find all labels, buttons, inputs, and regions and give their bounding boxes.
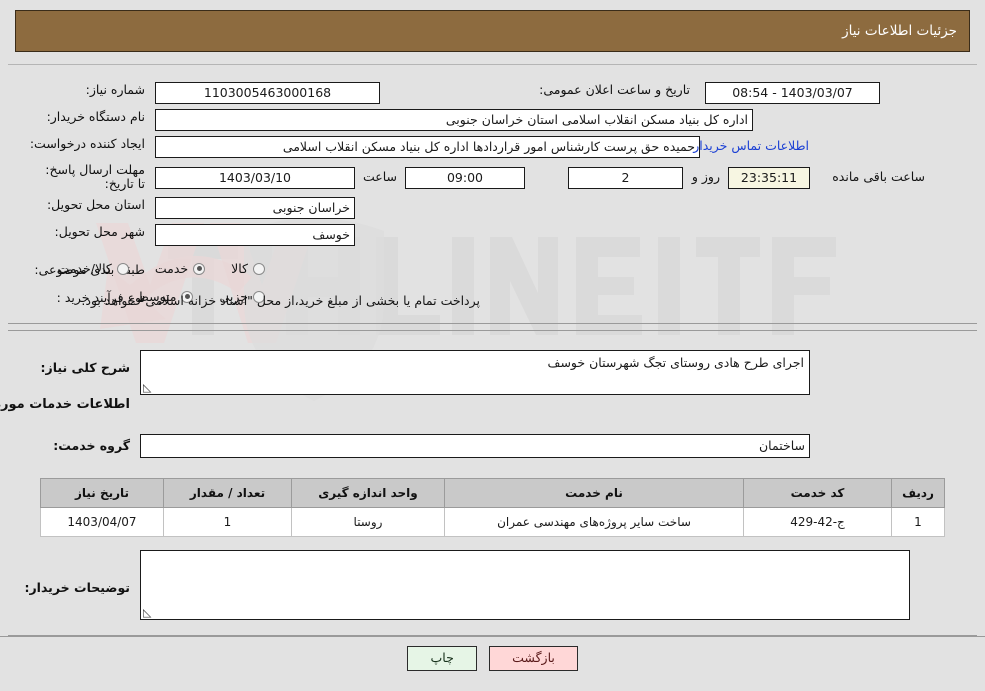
cell-unit: روستا bbox=[291, 507, 445, 537]
remaining-days-value: 2 bbox=[568, 167, 683, 189]
cell-need-date: 1403/04/07 bbox=[40, 507, 164, 537]
col-service-code: کد خدمت bbox=[743, 478, 892, 508]
resize-grip-icon[interactable]: ◿ bbox=[143, 606, 153, 619]
category-option-kala-khedmat[interactable]: کالا/خدمت bbox=[57, 261, 129, 276]
public-announce-value: 1403/03/07 - 08:54 bbox=[705, 82, 880, 104]
footer-divider bbox=[0, 636, 985, 637]
city-value: خوسف bbox=[155, 224, 355, 246]
category-option-khedmat[interactable]: خدمت bbox=[154, 261, 206, 276]
services-table-wrapper: ردیف کد خدمت نام خدمت واحد اندازه گیری ت… bbox=[40, 478, 945, 537]
category-option-label: خدمت bbox=[154, 261, 189, 276]
back-button[interactable]: بازگشت bbox=[489, 646, 578, 671]
print-button[interactable]: چاپ bbox=[407, 646, 478, 671]
cell-service-name: ساخت سایر پروژه‌های مهندسی عمران bbox=[444, 507, 744, 537]
remaining-time-suffix: ساعت باقی مانده bbox=[832, 169, 925, 184]
remaining-days-suffix: روز و bbox=[691, 169, 720, 184]
need-details-page: جزئیات اطلاعات نیاز شماره نیاز: 11030054… bbox=[0, 0, 985, 691]
page-header: جزئیات اطلاعات نیاز bbox=[15, 10, 970, 52]
buyer-contact-link[interactable]: اطلاعات تماس خریدار bbox=[693, 138, 809, 153]
radio-icon[interactable] bbox=[253, 262, 265, 275]
table-row: 1 ج-42-429 ساخت سایر پروژه‌های مهندسی عم… bbox=[40, 507, 945, 537]
services-table: ردیف کد خدمت نام خدمت واحد اندازه گیری ت… bbox=[40, 478, 945, 537]
radio-icon-selected[interactable] bbox=[193, 262, 206, 275]
deadline-hour-label: ساعت bbox=[362, 169, 397, 184]
deadline-date-value: 1403/03/10 bbox=[155, 167, 355, 189]
category-option-kala[interactable]: کالا bbox=[231, 261, 265, 276]
col-service-name: نام خدمت bbox=[444, 478, 744, 508]
resize-grip-icon[interactable]: ◿ bbox=[143, 381, 153, 394]
need-number-value: 1103005463000168 bbox=[155, 82, 380, 104]
description-textarea[interactable]: اجرای طرح هادی روستای تجگ شهرستان خوسف ◿ bbox=[140, 350, 810, 395]
footer-button-row: بازگشت چاپ bbox=[0, 646, 985, 671]
radio-icon[interactable] bbox=[116, 262, 129, 275]
service-group-value: ساختمان bbox=[140, 434, 810, 458]
treasury-note: پرداخت تمام یا بخشی از مبلغ خرید،از محل … bbox=[81, 293, 480, 308]
province-value: خراسان جنوبی bbox=[155, 197, 355, 219]
col-quantity: تعداد / مقدار bbox=[163, 478, 292, 508]
col-need-date: تاریخ نیاز bbox=[40, 478, 164, 508]
cell-service-code: ج-42-429 bbox=[743, 507, 892, 537]
category-radio-group[interactable]: کالا خدمت کالا/خدمت bbox=[31, 261, 265, 276]
category-option-label: کالا/خدمت bbox=[57, 261, 112, 276]
table-header-row: ردیف کد خدمت نام خدمت واحد اندازه گیری ت… bbox=[40, 478, 945, 508]
creator-value: حمیده حق پرست کارشناس امور قراردادها ادا… bbox=[155, 136, 700, 158]
description-text: اجرای طرح هادی روستای تجگ شهرستان خوسف bbox=[547, 355, 804, 370]
deadline-hour-value: 09:00 bbox=[405, 167, 525, 189]
remaining-time-value: 23:35:11 bbox=[728, 167, 810, 189]
col-unit: واحد اندازه گیری bbox=[291, 478, 445, 508]
cell-row: 1 bbox=[891, 507, 945, 537]
col-row: ردیف bbox=[891, 478, 945, 508]
category-option-label: کالا bbox=[231, 261, 248, 276]
page-title: جزئیات اطلاعات نیاز bbox=[842, 23, 957, 39]
buyer-notes-textarea[interactable]: ◿ bbox=[140, 550, 910, 620]
buyer-org-value: اداره کل بنیاد مسکن انقلاب اسلامی استان … bbox=[155, 109, 753, 131]
cell-quantity: 1 bbox=[163, 507, 292, 537]
